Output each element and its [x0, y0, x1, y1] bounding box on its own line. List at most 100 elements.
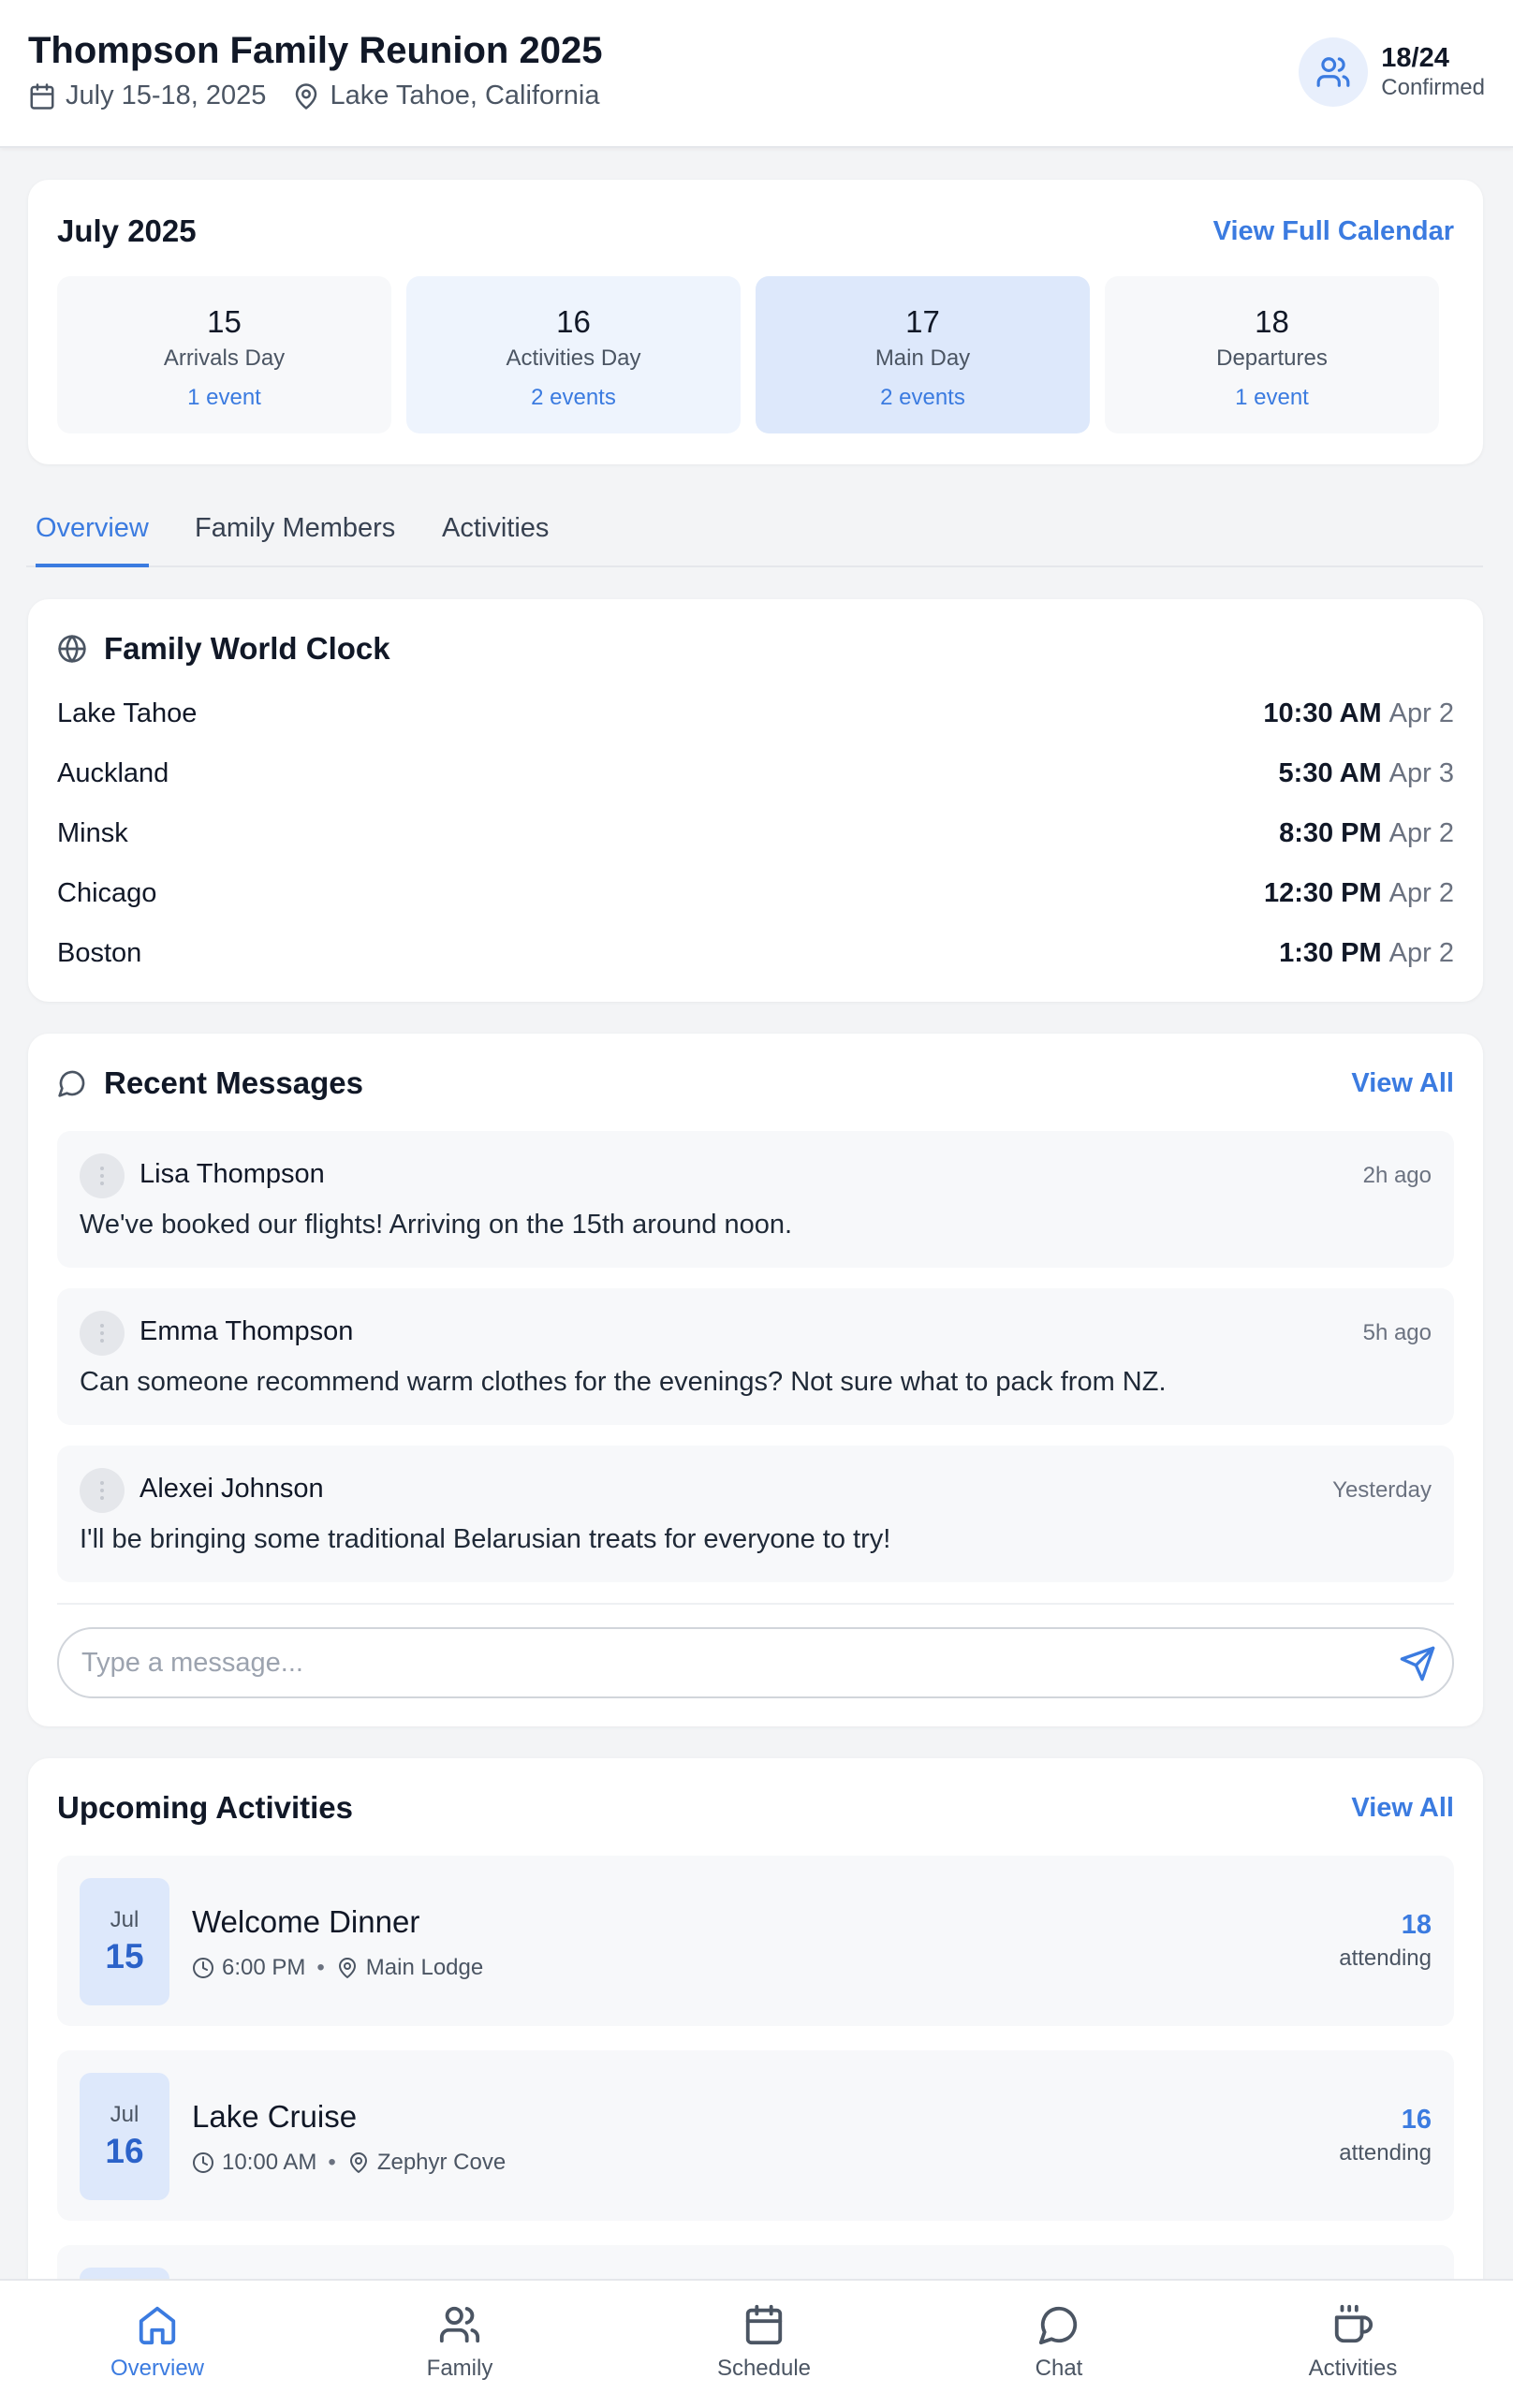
globe-icon [58, 635, 86, 663]
message-item[interactable]: Lisa Thompson 2h ago We've booked our fl… [57, 1131, 1454, 1268]
event-location: Lake Tahoe, California [292, 81, 599, 111]
tab-bar: Overview Family Members Activities [26, 502, 1483, 567]
tab-activities[interactable]: Activities [442, 513, 549, 567]
activity-place: Zephyr Cove [376, 2150, 507, 2175]
activity-item[interactable]: Jul 15 Welcome Dinner 6:00 PM • Main Lod… [57, 1856, 1454, 2026]
chat-bubble-icon [1038, 2306, 1078, 2345]
clock-city: Boston [57, 938, 142, 968]
divider [57, 1603, 1454, 1605]
day-card-18[interactable]: 18 Departures 1 event [1105, 276, 1439, 433]
clock-date: Apr 2 [1388, 878, 1454, 908]
nav-schedule[interactable]: Schedule [670, 2303, 858, 2382]
page-title: Thompson Family Reunion 2025 [28, 30, 603, 71]
attending-label: attending [1339, 1945, 1432, 1971]
confirmed-count: 18/24 [1381, 43, 1449, 73]
nav-label: Activities [1308, 2356, 1398, 2381]
clock-value: 8:30 PM Apr 2 [1279, 818, 1454, 849]
nav-overview[interactable]: Overview [64, 2303, 251, 2382]
message-input[interactable] [81, 1642, 1373, 1683]
nav-label: Schedule [716, 2356, 812, 2381]
activity-time: 10:00 AM [222, 2150, 317, 2175]
nav-label: Chat [1035, 2356, 1083, 2381]
message-author: Alexei Johnson [140, 1474, 324, 1504]
attending-count: 18 [1401, 1910, 1432, 1940]
day-label: Departures [1216, 345, 1328, 371]
avatar [80, 1311, 125, 1356]
world-clock-header: Family World Clock [57, 631, 1454, 667]
view-full-calendar-link[interactable]: View Full Calendar [1213, 216, 1454, 247]
clock-row: Auckland 5:30 AM Apr 3 [57, 758, 1454, 789]
message-time: Yesterday [1332, 1477, 1432, 1503]
day-number: 18 [1255, 304, 1289, 339]
message-time: 5h ago [1362, 1320, 1432, 1345]
attending-count: 16 [1401, 2105, 1432, 2135]
users-icon [1316, 57, 1350, 87]
tab-family-members[interactable]: Family Members [195, 513, 395, 567]
nav-activities[interactable]: Activities [1259, 2303, 1447, 2382]
clock-city: Chicago [57, 878, 157, 908]
day-card-15[interactable]: 15 Arrivals Day 1 event [57, 276, 391, 433]
confirmed-summary[interactable]: 18/24 Confirmed [1299, 37, 1485, 107]
users-icon-wrap [1299, 37, 1369, 107]
app-root: Thompson Family Reunion 2025 July 15-18,… [0, 0, 1513, 2408]
activity-time: 6:00 PM [222, 1955, 306, 1980]
clock-city: Lake Tahoe [57, 698, 198, 728]
day-events: 1 event [187, 385, 261, 410]
chat-bubble-icon [58, 1070, 85, 1097]
nav-chat[interactable]: Chat [965, 2303, 1153, 2382]
calendar-card: July 2025 View Full Calendar 15 Arrivals… [28, 180, 1483, 464]
nav-label: Family [426, 2356, 493, 2381]
avatar [80, 1468, 125, 1513]
more-vertical-icon [100, 1481, 104, 1500]
day-card-17[interactable]: 17 Main Day 2 events [756, 276, 1090, 433]
activity-day: 15 [105, 1937, 144, 1975]
activities-header: Upcoming Activities View All [57, 1790, 1454, 1826]
confirmed-label: Confirmed [1381, 75, 1485, 100]
activity-title: Lake Cruise [192, 2099, 358, 2134]
day-label: Activities Day [506, 345, 641, 371]
clock-value: 5:30 AM Apr 3 [1279, 758, 1454, 789]
map-pin-icon [296, 82, 317, 110]
day-number: 15 [207, 304, 242, 339]
separator-dot: • [316, 1955, 325, 1980]
activity-item[interactable]: Jul 16 Lake Cruise 10:00 AM • Zephyr Cov… [57, 2050, 1454, 2221]
send-icon [1400, 1646, 1435, 1681]
clock-value: 10:30 AM Apr 2 [1263, 698, 1454, 729]
calendar-icon [30, 82, 54, 110]
calendar-month: July 2025 [57, 213, 197, 248]
clock-row: Boston 1:30 PM Apr 2 [57, 938, 1454, 969]
clock-time: 12:30 PM [1263, 878, 1382, 908]
message-text: We've booked our flights! Arriving on th… [80, 1210, 793, 1240]
day-number: 16 [556, 304, 591, 339]
message-text: I'll be bringing some traditional Belaru… [80, 1524, 891, 1554]
tab-overview[interactable]: Overview [36, 513, 149, 567]
send-button[interactable] [1396, 1642, 1439, 1685]
activities-title: Upcoming Activities [57, 1790, 353, 1825]
clock-row: Minsk 8:30 PM Apr 2 [57, 818, 1454, 849]
confirmed-text: 18/24 Confirmed [1381, 42, 1485, 102]
activity-day: 16 [105, 2132, 144, 2170]
world-clock-title-text: Family World Clock [104, 631, 390, 666]
activity-date: Jul 16 [80, 2073, 169, 2200]
clock-time: 1:30 PM [1279, 938, 1382, 968]
users-icon [439, 2306, 480, 2343]
view-all-activities-link[interactable]: View All [1351, 1793, 1454, 1824]
clock-icon [193, 2152, 213, 2173]
clock-date: Apr 2 [1388, 938, 1454, 968]
bottom-nav: Overview Family Schedule Chat Activities [0, 2279, 1513, 2408]
more-vertical-icon [100, 1167, 104, 1185]
messages-title: Recent Messages [57, 1065, 363, 1101]
view-all-messages-link[interactable]: View All [1351, 1068, 1454, 1099]
nav-family[interactable]: Family [366, 2303, 553, 2382]
header: Thompson Family Reunion 2025 July 15-18,… [0, 0, 1513, 148]
coffee-icon [1334, 2304, 1373, 2343]
message-item[interactable]: Alexei Johnson Yesterday I'll be bringin… [57, 1446, 1454, 1582]
message-author: Lisa Thompson [140, 1159, 325, 1189]
day-card-16[interactable]: 16 Activities Day 2 events [406, 276, 741, 433]
event-location-text: Lake Tahoe, California [330, 81, 600, 110]
message-item[interactable]: Emma Thompson 5h ago Can someone recomme… [57, 1288, 1454, 1425]
message-composer [57, 1627, 1454, 1698]
message-text: Can someone recommend warm clothes for t… [80, 1367, 1167, 1397]
clock-row: Lake Tahoe 10:30 AM Apr 2 [57, 698, 1454, 729]
day-label: Arrivals Day [163, 345, 286, 371]
